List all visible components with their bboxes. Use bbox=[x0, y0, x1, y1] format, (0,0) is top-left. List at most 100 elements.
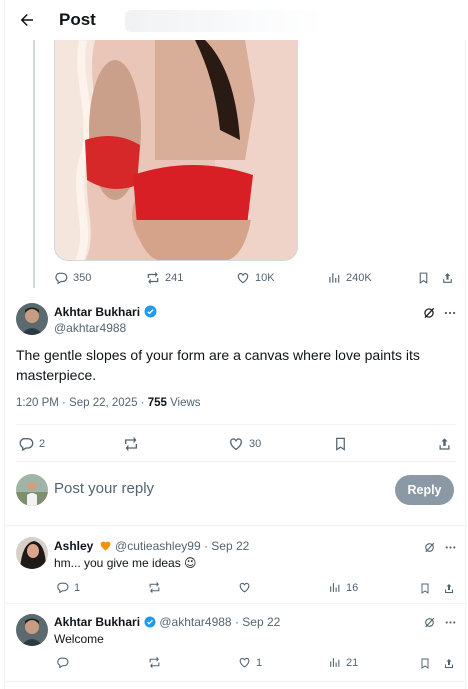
reply1-share-button[interactable] bbox=[441, 580, 457, 596]
arrow-left-icon bbox=[20, 14, 33, 26]
share-button[interactable] bbox=[439, 270, 455, 286]
my-avatar[interactable] bbox=[16, 474, 48, 506]
main-repost-action[interactable] bbox=[123, 436, 139, 452]
reply-text: hm... you give me ideas 😉 bbox=[54, 556, 197, 570]
reply1-views-action[interactable]: 16 bbox=[328, 581, 358, 594]
views-label: Views bbox=[166, 397, 201, 409]
reply-count: 350 bbox=[73, 272, 92, 284]
more-horizontal-icon bbox=[445, 545, 455, 549]
reply2-bookmark-button[interactable] bbox=[417, 655, 433, 671]
like-action[interactable]: 10K bbox=[236, 271, 275, 285]
reply-author-name: Akhtar Bukhari bbox=[54, 615, 141, 629]
repost-icon bbox=[149, 581, 160, 594]
grok-icon bbox=[424, 307, 435, 319]
like-count: 10K bbox=[255, 272, 275, 284]
back-button[interactable] bbox=[13, 6, 41, 34]
heart-icon bbox=[237, 273, 249, 284]
header-blur bbox=[125, 10, 325, 32]
main-reply-action[interactable]: 2 bbox=[18, 436, 45, 452]
reply-input[interactable]: Post your reply bbox=[54, 480, 154, 497]
reply-icon bbox=[19, 438, 34, 452]
reply2-repost-action[interactable] bbox=[148, 656, 161, 669]
reply2-share-button[interactable] bbox=[441, 655, 457, 671]
reply-author-handle: @cutieashley99 bbox=[115, 539, 201, 553]
post-timestamp[interactable]: 1:20 PM · Sep 22, 2025 · bbox=[16, 397, 148, 409]
share-icon bbox=[445, 583, 453, 593]
author-name-row[interactable]: Akhtar Bukhari bbox=[54, 305, 157, 319]
analytics-icon bbox=[329, 273, 340, 283]
orange-heart-emoji-icon bbox=[100, 541, 111, 551]
more-horizontal-icon bbox=[444, 311, 456, 315]
more-options-button[interactable] bbox=[442, 305, 458, 321]
author-avatar[interactable] bbox=[16, 303, 48, 335]
bookmark-button[interactable] bbox=[415, 270, 431, 286]
avatar-image bbox=[16, 303, 48, 335]
more-horizontal-icon bbox=[445, 620, 455, 624]
header-bar: Post bbox=[5, 0, 467, 40]
repost-count: 241 bbox=[165, 272, 184, 284]
post-page: Post 350 241 10K 240K Akhtar Bukhari @ak… bbox=[4, 0, 467, 689]
reply1-views-count: 16 bbox=[346, 581, 359, 594]
reply-icon bbox=[55, 272, 68, 285]
divider bbox=[5, 525, 467, 526]
main-like-action[interactable]: 30 bbox=[228, 436, 261, 452]
grok-icon bbox=[424, 617, 434, 627]
post-text: The gentle slopes of your form are a can… bbox=[16, 347, 420, 383]
grok-button[interactable] bbox=[421, 614, 437, 630]
avatar-image bbox=[16, 614, 48, 646]
reply-icon bbox=[57, 657, 69, 669]
share-icon bbox=[442, 273, 452, 283]
reply-avatar[interactable] bbox=[16, 537, 48, 569]
main-share-button[interactable] bbox=[435, 435, 453, 453]
grok-button[interactable] bbox=[421, 305, 437, 321]
repost-icon bbox=[147, 271, 159, 285]
grok-button[interactable] bbox=[421, 539, 437, 555]
reply1-bookmark-button[interactable] bbox=[417, 580, 433, 596]
bookmark-icon bbox=[421, 583, 429, 594]
verified-badge-icon bbox=[144, 305, 157, 318]
reply-author-row[interactable]: Ashley @cutieashley99 · Sep 22 bbox=[54, 539, 249, 553]
author-handle[interactable]: @akhtar4988 bbox=[54, 321, 126, 335]
reply-author-handle: @akhtar4988 bbox=[159, 615, 232, 629]
reply-button[interactable]: Reply bbox=[395, 475, 454, 505]
reply-action[interactable]: 350 bbox=[54, 271, 91, 285]
views-number: 755 bbox=[147, 397, 167, 409]
reply-author-name: Ashley bbox=[54, 539, 94, 553]
reply2-like-count: 1 bbox=[256, 656, 263, 669]
reply2-views-count: 21 bbox=[346, 656, 359, 669]
author-name: Akhtar Bukhari bbox=[54, 305, 141, 319]
views-count: 240K bbox=[346, 272, 372, 284]
post-meta: 1:20 PM · Sep 22, 2025 · 755 Views bbox=[16, 397, 201, 409]
repost-icon bbox=[149, 656, 160, 669]
main-bookmark-button[interactable] bbox=[331, 435, 349, 453]
more-options-button[interactable] bbox=[442, 614, 458, 630]
main-like-count: 30 bbox=[249, 438, 262, 450]
repost-icon bbox=[125, 436, 137, 452]
reply-avatar[interactable] bbox=[16, 614, 48, 646]
reply1-like-action[interactable] bbox=[238, 581, 251, 594]
views-action[interactable]: 240K bbox=[327, 271, 372, 285]
main-reply-count: 2 bbox=[39, 438, 46, 450]
page-title: Post bbox=[59, 10, 96, 29]
reply1-reply-count: 1 bbox=[74, 581, 81, 594]
divider bbox=[16, 461, 456, 462]
reply1-reply-action[interactable]: 1 bbox=[56, 581, 80, 594]
reply1-repost-action[interactable] bbox=[148, 581, 161, 594]
more-options-button[interactable] bbox=[442, 539, 458, 555]
repost-action[interactable]: 241 bbox=[146, 271, 183, 285]
bookmark-icon bbox=[421, 658, 429, 669]
reply2-reply-action[interactable] bbox=[56, 656, 69, 669]
divider bbox=[16, 424, 456, 425]
analytics-icon bbox=[330, 583, 340, 592]
reply2-like-action[interactable]: 1 bbox=[238, 656, 262, 669]
reply-date: · Sep 22 bbox=[231, 615, 281, 629]
reply-text: Welcome bbox=[54, 632, 104, 646]
photo-image bbox=[55, 40, 297, 260]
bookmark-icon bbox=[419, 272, 427, 284]
reply-icon bbox=[57, 582, 69, 594]
heart-icon bbox=[230, 438, 242, 451]
post-media-image[interactable] bbox=[54, 40, 298, 261]
reply-author-row[interactable]: Akhtar Bukhari @akhtar4988 · Sep 22 bbox=[54, 615, 280, 629]
divider bbox=[5, 681, 467, 682]
reply2-views-action[interactable]: 21 bbox=[328, 656, 358, 669]
